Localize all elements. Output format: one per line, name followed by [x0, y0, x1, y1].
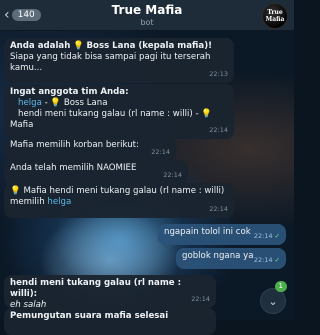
message-sender: hendi meni tukang galau (rl name : willi…: [10, 278, 182, 299]
back-button[interactable]: ‹ 140: [4, 7, 41, 23]
message-text: goblok ngana ya: [182, 251, 254, 261]
read-check-icon: ✓: [274, 232, 280, 240]
player-link[interactable]: helga: [47, 197, 71, 207]
message-bubble[interactable]: Anda adalah 💡 Boss Lana (kepala mafia)! …: [4, 38, 234, 83]
lightbulb-icon: 💡: [10, 186, 21, 196]
message-time: 22:14 ✓: [254, 255, 280, 266]
chat-header: ‹ 140 True Mafia bot True Mafia: [0, 0, 294, 31]
back-arrow-icon: ‹: [4, 7, 10, 23]
avatar-text: True Mafia: [265, 9, 285, 23]
message-text: Mafia: [10, 120, 34, 130]
message-time: 22:13: [209, 70, 228, 78]
message-time: 22:14: [209, 126, 228, 134]
message-time: 22:14: [163, 171, 182, 179]
message-text: ngapain tolol ini cok: [164, 227, 251, 237]
message-line: hendi meni tukang galau (rl name : willi…: [10, 109, 228, 120]
new-messages-badge: 1: [274, 281, 287, 292]
lightbulb-icon: 💡: [50, 98, 62, 108]
message-text: hendi meni tukang galau (rl name : willi…: [18, 109, 199, 119]
message-text: Boss Lana: [63, 98, 108, 108]
message-time: 22:14: [191, 295, 210, 303]
message-text: Siapa yang tidak bisa sampai pagi itu te…: [10, 52, 211, 62]
message-line: Anda adalah 💡 Boss Lana (kepala mafia)!: [10, 41, 228, 52]
message-bubble[interactable]: hendi meni tukang galau (rl name : willi…: [4, 275, 216, 310]
message-text: Anda telah memilih NAOMIEE: [10, 163, 137, 173]
lightbulb-icon: 💡: [201, 109, 213, 119]
message-text: kamu...: [10, 63, 43, 73]
chevron-down-icon: ⌄: [268, 294, 278, 308]
message-text: Boss Lana (kepala mafia)!: [86, 41, 213, 51]
message-text: Mafia memilih korban berikut:: [10, 140, 139, 150]
message-time: 22:14: [209, 205, 228, 213]
message-bubble[interactable]: Ingat anggota tim Anda: helga - 💡 Boss L…: [4, 84, 234, 139]
message-line: helga - 💡 Boss Lana: [10, 98, 228, 109]
message-bubble[interactable]: Pemungutan suara mafia selesai: [4, 308, 216, 335]
chat-title: True Mafia: [111, 3, 183, 17]
scroll-to-bottom-button[interactable]: 1 ⌄: [260, 281, 287, 314]
chat-title-area[interactable]: True Mafia bot: [80, 3, 214, 27]
message-text: Pemungutan suara mafia selesai: [10, 311, 169, 321]
separator: -: [44, 98, 48, 108]
message-time: 22:14: [151, 148, 170, 156]
message-text: Mafia hendi meni tukang galau (rl name :…: [23, 186, 225, 196]
outgoing-message-bubble[interactable]: ngapain tolol ini cok 22:14 ✓: [158, 224, 286, 245]
message-time: 22:14 ✓: [254, 231, 280, 242]
outgoing-message-bubble[interactable]: goblok ngana ya 22:14 ✓: [176, 248, 286, 269]
lightbulb-icon: 💡: [73, 41, 84, 51]
unread-count-badge: 140: [11, 9, 41, 21]
message-time-text: 22:14: [253, 232, 273, 240]
message-text: Anda adalah: [10, 41, 71, 51]
chat-subtitle: bot: [140, 18, 154, 27]
message-time-text: 22:14: [253, 256, 273, 264]
message-text: memilih: [10, 197, 45, 207]
message-bubble[interactable]: 💡 Mafia hendi meni tukang galau (rl name…: [4, 183, 234, 218]
message-bubble[interactable]: Mafia memilih korban berikut: 22:14: [4, 137, 176, 161]
message-bubble[interactable]: Anda telah memilih NAOMIEE 22:14: [4, 160, 188, 184]
read-check-icon: ✓: [274, 256, 280, 264]
message-text: Ingat anggota tim Anda:: [10, 87, 129, 97]
player-link[interactable]: helga: [18, 98, 42, 108]
message-line: memilih helga: [10, 197, 228, 208]
message-line: 💡 Mafia hendi meni tukang galau (rl name…: [10, 186, 228, 197]
bot-avatar[interactable]: True Mafia: [262, 3, 288, 29]
